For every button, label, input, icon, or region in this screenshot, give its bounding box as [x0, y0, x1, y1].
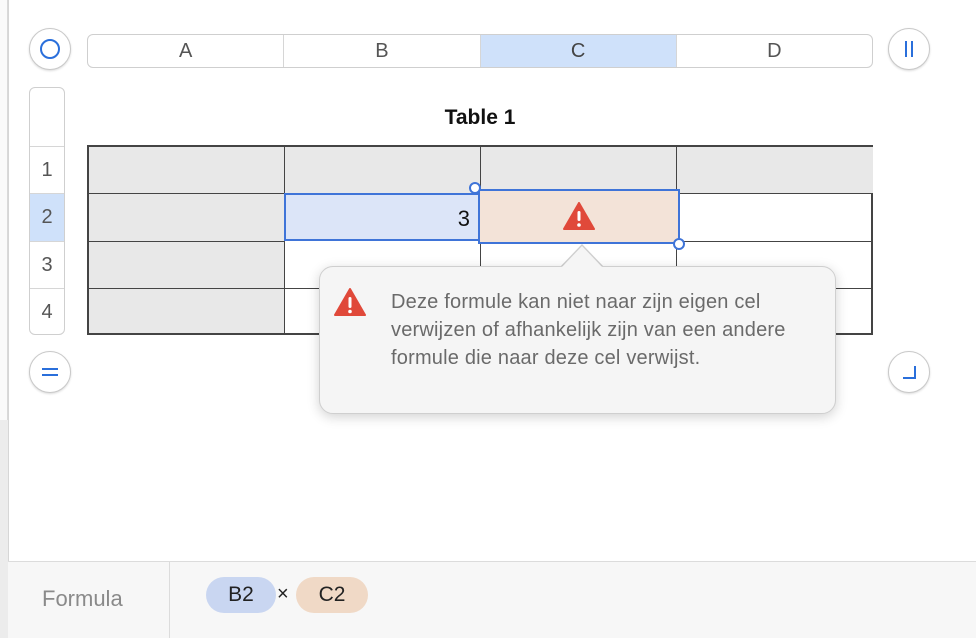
circle-icon	[40, 39, 60, 59]
column-header-d[interactable]: D	[677, 35, 872, 67]
selection-handle-bottom[interactable]	[673, 238, 685, 250]
row-label: 2	[41, 206, 53, 228]
cell-a4[interactable]	[89, 289, 285, 333]
cell-a1[interactable]	[89, 147, 285, 194]
cell-a3[interactable]	[89, 242, 285, 289]
cell-b1[interactable]	[285, 147, 481, 194]
formula-label: Formula	[42, 586, 123, 611]
cell-d1[interactable]	[677, 147, 873, 194]
table-title[interactable]: Table 1	[380, 106, 580, 130]
column-header-bar: A B C D	[87, 34, 873, 68]
rows-handle-icon	[42, 368, 58, 376]
row-header-4[interactable]: 4	[30, 288, 64, 334]
cell-b2[interactable]: 3	[284, 193, 480, 241]
column-label: D	[767, 39, 782, 62]
column-label: C	[570, 39, 586, 62]
error-message: Deze formule kan niet naar zijn eigen ce…	[391, 291, 786, 369]
warning-icon	[334, 288, 366, 316]
cell-d2[interactable]	[677, 194, 873, 242]
column-header-a[interactable]: A	[88, 35, 285, 67]
cell-a2[interactable]	[89, 194, 285, 242]
cell-b2-value: 3	[457, 206, 470, 231]
formula-token-c2[interactable]: C2	[296, 577, 368, 613]
column-label: B	[375, 39, 389, 62]
warning-icon[interactable]	[563, 202, 595, 230]
column-header-b[interactable]: B	[284, 35, 481, 67]
add-column-button[interactable]	[888, 28, 930, 70]
row-label: 3	[41, 253, 53, 276]
select-table-button[interactable]	[29, 28, 71, 70]
columns-handle-icon	[905, 41, 913, 57]
popover-arrow-fill	[561, 246, 603, 268]
add-row-button[interactable]	[29, 351, 71, 393]
formula-bar: Formula B2 × C2	[8, 561, 976, 638]
row-label: 1	[41, 158, 53, 181]
resize-corner-icon	[903, 366, 916, 379]
cell-c2-error[interactable]	[478, 189, 680, 244]
cell-c1[interactable]	[481, 147, 677, 194]
row-header-1[interactable]: 1	[30, 146, 64, 193]
resize-table-button[interactable]	[888, 351, 930, 393]
formula-operator[interactable]: ×	[277, 583, 289, 606]
column-header-c[interactable]: C	[480, 35, 677, 67]
row-header-2[interactable]: 2	[30, 193, 64, 241]
formula-token-b2[interactable]: B2	[206, 577, 276, 613]
row-header-3[interactable]: 3	[30, 241, 64, 288]
error-popover: Deze formule kan niet naar zijn eigen ce…	[319, 266, 836, 414]
column-label: A	[178, 39, 193, 62]
window-edge	[0, 0, 8, 420]
selection-handle-top[interactable]	[469, 182, 481, 194]
row-header-bar: 1 2 3 4	[29, 87, 65, 335]
formula-divider	[169, 562, 170, 638]
row-label: 4	[41, 300, 53, 323]
